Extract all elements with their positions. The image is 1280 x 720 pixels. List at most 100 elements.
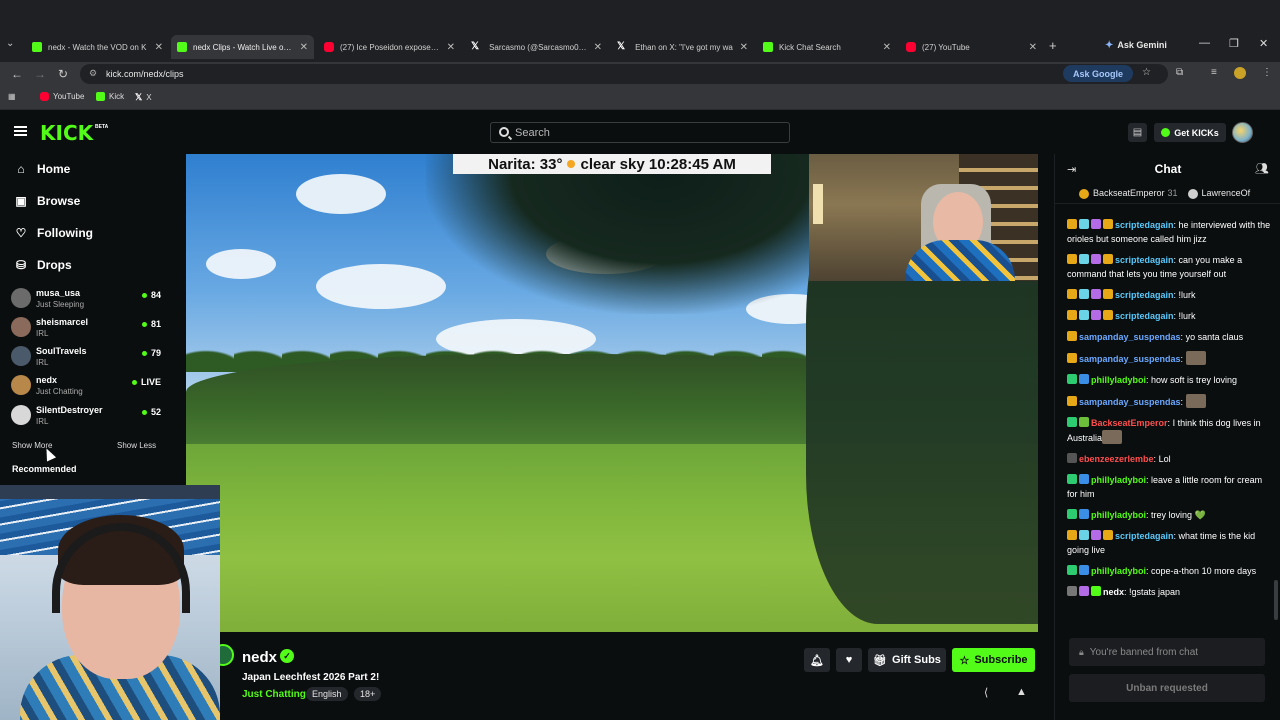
- followed-channel-soultravels[interactable]: SoulTravels IRL 79: [11, 346, 161, 372]
- search-input[interactable]: [515, 125, 775, 141]
- gifter-name[interactable]: BackseatEmperor: [1093, 188, 1165, 198]
- chat-username[interactable]: nedx: [1103, 587, 1124, 597]
- chat-username[interactable]: sampanday_suspendas: [1079, 332, 1181, 342]
- chat-badge-icon: [1091, 289, 1101, 299]
- tab-kick-chat-search[interactable]: Kick Chat Search ✕: [757, 35, 897, 59]
- chat-username[interactable]: scriptedagain: [1115, 220, 1174, 230]
- bookmark-star-icon[interactable]: ☆: [1142, 67, 1151, 78]
- followed-channel-silentdestroyer[interactable]: SilentDestroyer IRL 52: [11, 405, 161, 431]
- kick-logo[interactable]: KICK: [40, 121, 93, 145]
- browser-menu-icon[interactable]: ⋮: [1262, 67, 1272, 78]
- live-indicator: LIVE: [132, 377, 161, 387]
- video-player[interactable]: Narita: 33° clear sky 10:28:45 AM: [186, 154, 1038, 632]
- user-avatar[interactable]: [1232, 122, 1253, 143]
- sidebar-item-browse[interactable]: ▣ Browse: [14, 194, 80, 208]
- chat-username[interactable]: scriptedagain: [1115, 290, 1174, 300]
- stream-category-link[interactable]: Just Chatting: [242, 689, 306, 700]
- tab-search-chevron-icon[interactable]: ⌄: [6, 38, 20, 52]
- share-icon[interactable]: ⟨: [984, 686, 988, 699]
- maximize-icon[interactable]: ❐: [1229, 37, 1239, 50]
- unban-requested-button[interactable]: Unban requested: [1069, 674, 1265, 702]
- hamburger-menu-icon[interactable]: [14, 126, 27, 136]
- forward-arrow-icon[interactable]: →: [34, 67, 46, 81]
- minimize-icon[interactable]: —: [1199, 37, 1210, 49]
- viewer-count: 52: [142, 407, 161, 417]
- chat-message: scriptedagain: what time is the kid goin…: [1067, 529, 1271, 557]
- subscribe-button[interactable]: ☆ Subscribe: [952, 648, 1035, 672]
- chat-username[interactable]: scriptedagain: [1115, 255, 1174, 265]
- chat-username[interactable]: phillyladyboi: [1091, 566, 1146, 576]
- chat-username[interactable]: scriptedagain: [1115, 531, 1174, 541]
- report-warning-icon[interactable]: ▲: [1016, 686, 1027, 698]
- close-tab-icon[interactable]: ✕: [1029, 42, 1037, 53]
- profile-avatar[interactable]: [1234, 67, 1246, 79]
- close-tab-icon[interactable]: ✕: [447, 42, 455, 53]
- get-kicks-button[interactable]: Get KICKs: [1154, 123, 1226, 142]
- close-tab-icon[interactable]: ✕: [740, 42, 748, 53]
- tab-youtube[interactable]: (27) YouTube ✕: [900, 35, 1043, 59]
- chat-text: how soft is trey loving: [1151, 375, 1238, 385]
- reload-icon[interactable]: ↻: [58, 67, 68, 81]
- sidebar-item-drops[interactable]: ⛁ Drops: [14, 258, 72, 272]
- ask-google-button[interactable]: Ask Google: [1063, 65, 1133, 82]
- notification-bell-button[interactable]: 🔔︎: [804, 648, 830, 672]
- close-tab-icon[interactable]: ✕: [155, 42, 163, 53]
- tab-nedx-vod[interactable]: nedx - Watch the VOD on K ✕: [26, 35, 169, 59]
- drops-icon: ⛁: [15, 258, 27, 272]
- chat-username[interactable]: ebenzeezerlembe: [1079, 454, 1154, 464]
- tab-ethan-on-x[interactable]: 𝕏 Ethan on X: "I've got my wa ✕: [611, 35, 754, 59]
- url-field[interactable]: ⚙ kick.com/nedx/clips: [80, 64, 1168, 84]
- followed-channel-musa-usa[interactable]: musa_usa Just Sleeping 84: [11, 288, 161, 314]
- site-info-icon[interactable]: ⚙: [89, 68, 97, 79]
- theater-mode-icon[interactable]: ▤: [1128, 123, 1147, 142]
- kick-favicon-icon: [32, 42, 42, 52]
- bookmark-youtube[interactable]: YouTube: [40, 92, 84, 101]
- tag-language[interactable]: English: [306, 687, 348, 701]
- close-tab-icon[interactable]: ✕: [883, 42, 891, 53]
- chat-text: !gstats japan: [1129, 587, 1181, 597]
- bookmark-x[interactable]: 𝕏 X: [135, 92, 152, 102]
- reading-list-icon[interactable]: ≡: [1211, 67, 1217, 78]
- chat-message: scriptedagain: he interviewed with the o…: [1067, 218, 1271, 246]
- ask-gemini-button[interactable]: ✦ Ask Gemini: [1105, 37, 1167, 53]
- followed-channel-nedx[interactable]: nedx Just Chatting LIVE: [11, 375, 161, 401]
- gifter-name[interactable]: LawrenceOf: [1202, 188, 1251, 198]
- chat-badge-icon: [1079, 374, 1089, 384]
- chat-username[interactable]: sampanday_suspendas: [1079, 397, 1181, 407]
- browse-icon: ▣: [15, 194, 27, 208]
- sidebar-item-following[interactable]: ♡ Following: [14, 226, 93, 240]
- page-scrollbar[interactable]: [1274, 580, 1278, 620]
- new-tab-plus-icon[interactable]: +: [1049, 38, 1057, 53]
- followed-channel-sheismarcel[interactable]: sheismarcel IRL 81: [11, 317, 161, 343]
- close-tab-icon[interactable]: ✕: [594, 42, 602, 53]
- sidebar-item-home[interactable]: ⌂ Home: [14, 162, 70, 176]
- chat-username[interactable]: phillyladyboi: [1091, 475, 1146, 485]
- close-tab-icon[interactable]: ✕: [300, 42, 308, 53]
- tab-sarcasmo[interactable]: 𝕏 Sarcasmo (@Sarcasmo0110 ✕: [465, 35, 608, 59]
- chat-input-disabled[interactable]: 🔒︎ You're banned from chat: [1069, 638, 1265, 666]
- chat-users-icon[interactable]: 👥︎: [1255, 162, 1269, 175]
- streamer-name[interactable]: nedx: [242, 649, 277, 666]
- show-less-link[interactable]: Show Less: [117, 441, 156, 450]
- extensions-icon[interactable]: ⧉: [1176, 67, 1183, 78]
- chat-username[interactable]: scriptedagain: [1115, 311, 1174, 321]
- browser-tab-bar: ⌄ nedx - Watch the VOD on K ✕ nedx Clips…: [0, 0, 1280, 62]
- back-arrow-icon[interactable]: ←: [11, 67, 23, 81]
- chat-separator: :: [1180, 354, 1186, 364]
- search-box[interactable]: [490, 122, 790, 143]
- tab-ice-poseidon[interactable]: (27) Ice Poseidon exposes N ✕: [318, 35, 461, 59]
- chat-username[interactable]: phillyladyboi: [1091, 510, 1146, 520]
- gifter-badge-icon: [1079, 188, 1089, 199]
- chat-username[interactable]: BackseatEmperor: [1091, 418, 1168, 428]
- chat-message: phillyladyboi: how soft is trey loving: [1067, 373, 1271, 387]
- chat-username[interactable]: phillyladyboi: [1091, 375, 1146, 385]
- apps-grid-icon[interactable]: ▦: [8, 92, 16, 101]
- chat-badge-icon: [1067, 530, 1077, 540]
- tab-nedx-clips[interactable]: nedx Clips - Watch Live on K ✕: [171, 35, 314, 59]
- close-window-icon[interactable]: ✕: [1259, 37, 1268, 50]
- bookmark-kick[interactable]: Kick: [96, 92, 124, 101]
- chat-username[interactable]: sampanday_suspendas: [1079, 354, 1181, 364]
- tag-mature[interactable]: 18+: [354, 687, 382, 701]
- gift-subs-button[interactable]: 🎁︎ Gift Subs: [868, 648, 946, 672]
- follow-heart-button[interactable]: ♥: [836, 648, 862, 672]
